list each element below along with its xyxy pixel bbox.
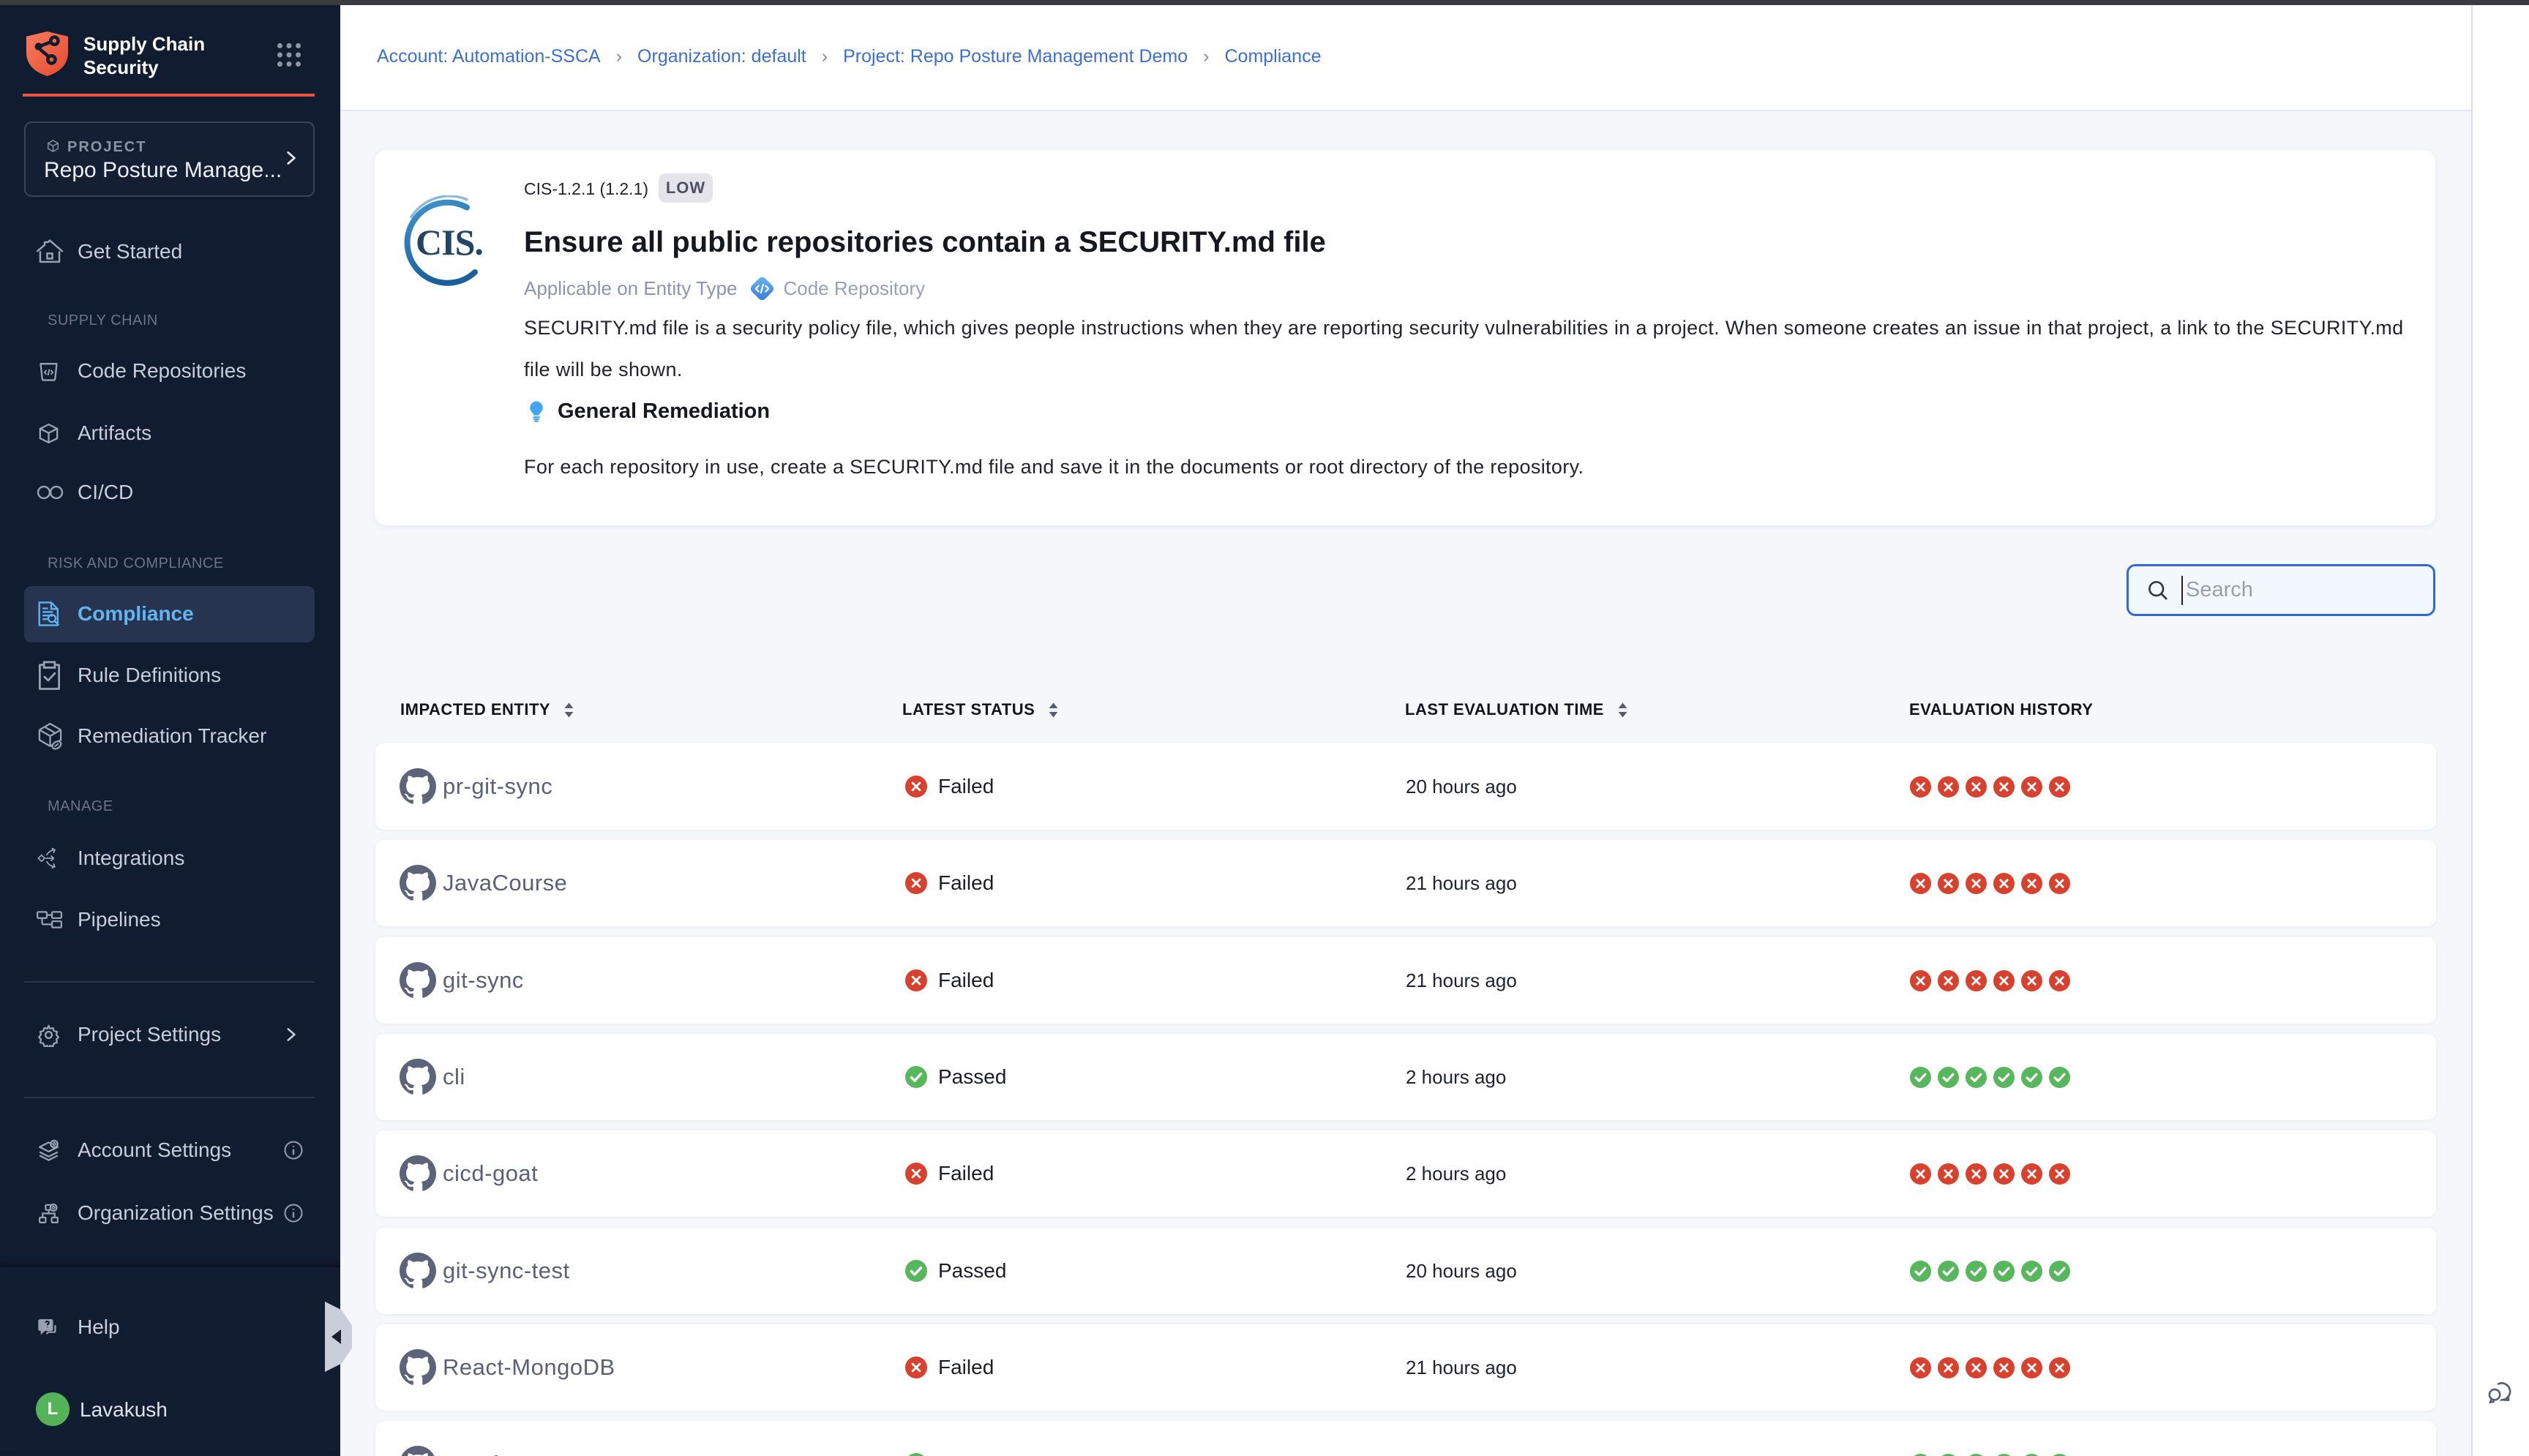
svg-text:CIS.: CIS. — [416, 222, 483, 263]
